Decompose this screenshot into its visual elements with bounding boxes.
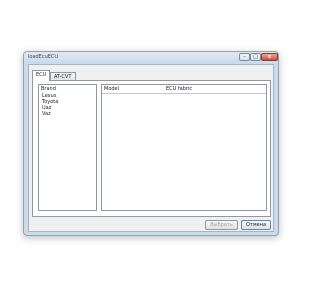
window-client-area: ECU AT-CVT Brand Lexus Toyota Uaz Vaz Mo… xyxy=(28,64,274,232)
minimize-button[interactable]: – xyxy=(239,53,250,61)
window-title: loadEcuECU xyxy=(28,54,59,60)
title-bar[interactable]: loadEcuECU – □ x xyxy=(24,52,278,64)
model-list[interactable]: Model ECU fabric xyxy=(101,84,267,211)
app-window: loadEcuECU – □ x ECU AT-CVT Brand Lexus … xyxy=(23,51,279,236)
tab-panel-ecu: Brand Lexus Toyota Uaz Vaz Model ECU fab… xyxy=(32,80,271,217)
close-button[interactable]: x xyxy=(261,53,278,61)
tab-ecu[interactable]: ECU xyxy=(32,70,50,81)
cancel-button[interactable]: Отмена xyxy=(241,220,271,230)
select-button[interactable]: Выбрать xyxy=(205,220,238,230)
column-header-model[interactable]: Model xyxy=(104,86,119,92)
column-header-ecu-fabric[interactable]: ECU fabric xyxy=(166,86,192,92)
header-divider xyxy=(102,93,266,94)
brand-list-header: Brand xyxy=(41,86,56,92)
list-item[interactable]: Vaz xyxy=(42,111,51,117)
maximize-button[interactable]: □ xyxy=(250,53,261,61)
brand-list[interactable]: Brand Lexus Toyota Uaz Vaz xyxy=(38,84,97,211)
